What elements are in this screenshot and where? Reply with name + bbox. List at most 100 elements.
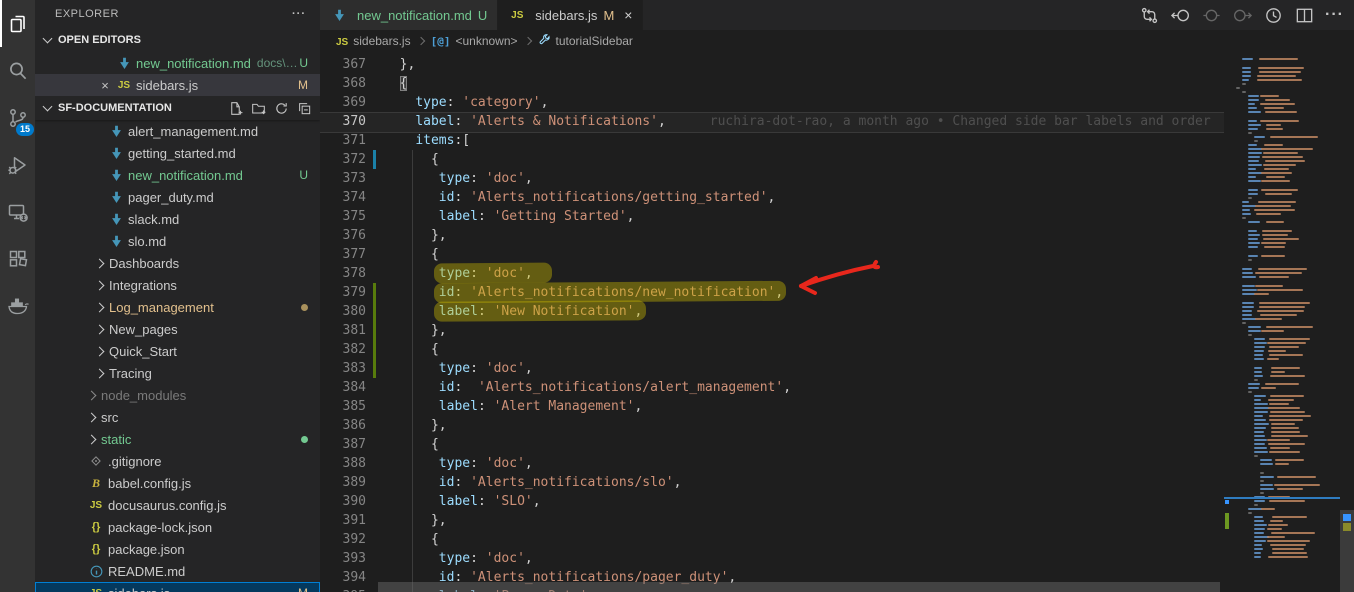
gutter — [373, 264, 376, 283]
more-actions-icon[interactable]: ··· — [1325, 6, 1344, 24]
tree-item-Integrations[interactable]: Integrations — [35, 274, 320, 296]
tree-item-getting_started.md[interactable]: getting_started.md — [35, 142, 320, 164]
code-line-386[interactable]: 386 }, — [320, 416, 1224, 435]
tree-item-slo.md[interactable]: slo.md — [35, 230, 320, 252]
tree-item-package-lock.json[interactable]: {}package-lock.json — [35, 516, 320, 538]
navigate-forward-icon[interactable] — [1232, 5, 1253, 26]
code-line-367[interactable]: 367 }, — [320, 55, 1224, 74]
code-line-381[interactable]: 381 }, — [320, 321, 1224, 340]
open-editors-header[interactable]: OPEN EDITORS — [35, 28, 320, 52]
tree-item-node_modules[interactable]: node_modules — [35, 384, 320, 406]
activity-docker-icon[interactable] — [0, 282, 35, 329]
code-line-368[interactable]: 368 { — [320, 74, 1224, 93]
code-line-382[interactable]: 382 { — [320, 340, 1224, 359]
code-line-376[interactable]: 376 }, — [320, 226, 1224, 245]
annotation-highlight — [434, 263, 552, 284]
refresh-icon[interactable] — [274, 101, 289, 116]
minimap-line — [1277, 488, 1303, 490]
tree-item-sidebars.js[interactable]: JSsidebars.jsM — [35, 582, 320, 592]
close-icon[interactable]: × — [95, 78, 115, 93]
open-editors-label: OPEN EDITORS — [58, 34, 141, 46]
activity-explorer-icon[interactable] — [0, 0, 35, 47]
code-line-385[interactable]: 385 label: 'Alert Management', — [320, 397, 1224, 416]
open-editor-item[interactable]: new_notification.mddocs\Alerts...U — [35, 52, 320, 74]
code-line-392[interactable]: 392 { — [320, 530, 1224, 549]
minimap-line — [1248, 197, 1252, 199]
tab-sidebars.js[interactable]: JSsidebars.jsM× — [498, 0, 643, 30]
code-line-391[interactable]: 391 }, — [320, 511, 1224, 530]
code-line-377[interactable]: 377 { — [320, 245, 1224, 264]
activity-extensions-icon[interactable] — [0, 235, 35, 282]
minimap-line — [1248, 132, 1252, 134]
minimap-line — [1242, 205, 1256, 207]
breadcrumb-item[interactable]: [@]<unknown> — [431, 34, 518, 48]
tree-item-.gitignore[interactable]: .gitignore — [35, 450, 320, 472]
close-icon[interactable]: × — [624, 7, 632, 23]
code-line-387[interactable]: 387 { — [320, 435, 1224, 454]
line-number: 392 — [320, 530, 371, 549]
tree-item-pager_duty.md[interactable]: pager_duty.md — [35, 186, 320, 208]
minimap-line — [1257, 310, 1304, 312]
tree-item-static[interactable]: static — [35, 428, 320, 450]
minimap-line — [1272, 516, 1307, 518]
code-line-375[interactable]: 375 label: 'Getting Started', — [320, 207, 1224, 226]
tree-item-slack.md[interactable]: slack.md — [35, 208, 320, 230]
navigate-back-icon[interactable] — [1170, 5, 1191, 26]
minimap-line — [1248, 107, 1257, 109]
open-editor-item[interactable]: ×JSsidebars.jsM — [35, 74, 320, 96]
gutter — [373, 112, 376, 131]
tree-item-New_pages[interactable]: New_pages — [35, 318, 320, 340]
minimap-line — [1261, 330, 1284, 332]
minimap-line — [1254, 532, 1264, 534]
code-line-370[interactable]: 370 label: 'Alerts & Notifications',ruch… — [320, 112, 1224, 131]
collapse-all-icon[interactable] — [297, 101, 312, 116]
tree-item-Dashboards[interactable]: Dashboards — [35, 252, 320, 274]
activity-search-icon[interactable] — [0, 47, 35, 94]
horizontal-scrollbar[interactable] — [378, 582, 1220, 592]
minimap-line — [1260, 480, 1264, 482]
code-line-384[interactable]: 384 id: 'Alerts_notifications/alert_mana… — [320, 378, 1224, 397]
activity-remote-explorer-icon[interactable] — [0, 188, 35, 235]
code-line-393[interactable]: 393 type: 'doc', — [320, 549, 1224, 568]
minimap-line — [1254, 455, 1258, 457]
compare-icon[interactable] — [1139, 5, 1160, 26]
new-file-icon[interactable] — [228, 101, 243, 116]
minimap-line — [1263, 164, 1297, 166]
new-folder-icon[interactable] — [251, 101, 266, 116]
breadcrumb-item[interactable]: JSsidebars.js — [336, 34, 411, 48]
minimap[interactable] — [1224, 52, 1340, 592]
tree-item-README.md[interactable]: README.md — [35, 560, 320, 582]
navigate-circle-icon[interactable] — [1201, 5, 1222, 26]
code-line-388[interactable]: 388 type: 'doc', — [320, 454, 1224, 473]
activity-run-debug-icon[interactable] — [0, 141, 35, 188]
tab-new_notification.md[interactable]: new_notification.mdU — [320, 0, 498, 30]
workspace-folder-header[interactable]: SF-DOCUMENTATION — [35, 96, 320, 120]
timeline-icon[interactable] — [1263, 5, 1284, 26]
tree-item-babel.config.js[interactable]: Bbabel.config.js — [35, 472, 320, 494]
breadcrumb-item[interactable]: tutorialSidebar — [538, 33, 633, 49]
tree-item-src[interactable]: src — [35, 406, 320, 428]
code-line-372[interactable]: 372 { — [320, 150, 1224, 169]
sidebar-more-icon[interactable]: ··· — [292, 8, 306, 20]
code-line-369[interactable]: 369 type: 'category', — [320, 93, 1224, 112]
tree-item-label: babel.config.js — [108, 476, 191, 491]
minimap-line — [1260, 488, 1274, 490]
tree-item-Quick_Start[interactable]: Quick_Start — [35, 340, 320, 362]
code-line-374[interactable]: 374 id: 'Alerts_notifications/getting_st… — [320, 188, 1224, 207]
tree-item-Tracing[interactable]: Tracing — [35, 362, 320, 384]
tree-item-new_notification.md[interactable]: new_notification.mdU — [35, 164, 320, 186]
code-editor[interactable]: 367 },368 {369 type: 'category',370 labe… — [320, 52, 1354, 592]
code-line-389[interactable]: 389 id: 'Alerts_notifications/slo', — [320, 473, 1224, 492]
activity-source-control-icon[interactable]: 15 — [0, 94, 35, 141]
code-line-373[interactable]: 373 type: 'doc', — [320, 169, 1224, 188]
code-line-390[interactable]: 390 label: 'SLO', — [320, 492, 1224, 511]
code-line-371[interactable]: 371 items:[ — [320, 131, 1224, 150]
tree-item-Log_management[interactable]: Log_management — [35, 296, 320, 318]
overview-ruler[interactable] — [1340, 52, 1354, 592]
code-line-383[interactable]: 383 type: 'doc', — [320, 359, 1224, 378]
tree-item-alert_management.md[interactable]: alert_management.md — [35, 120, 320, 142]
line-number: 376 — [320, 226, 371, 245]
tree-item-package.json[interactable]: {}package.json — [35, 538, 320, 560]
split-editor-icon[interactable] — [1294, 5, 1315, 26]
tree-item-docusaurus.config.js[interactable]: JSdocusaurus.config.js — [35, 494, 320, 516]
